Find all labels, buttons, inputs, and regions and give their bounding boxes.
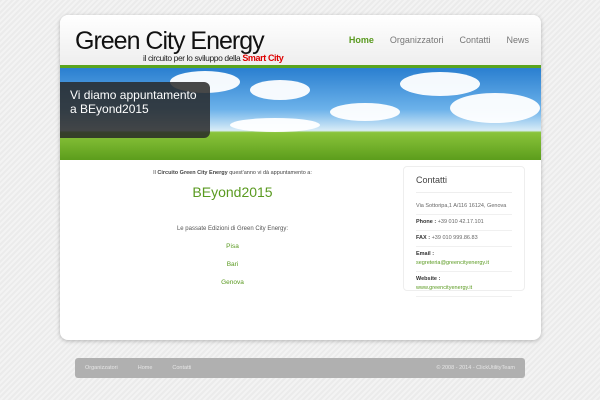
- cloud: [400, 72, 480, 96]
- past-editions-label: Le passate Edizioni di Green City Energy…: [176, 226, 289, 232]
- fax-value: +39 010 999.86.83: [431, 235, 478, 241]
- footer-link-home[interactable]: Home: [138, 365, 153, 371]
- email-link[interactable]: segreteria@greencityenergy.it: [416, 260, 489, 266]
- main-nav: Home Organizzatori Contatti News: [349, 35, 529, 45]
- intro-text: Il Circuito Green City Energy quest'anno…: [120, 170, 345, 176]
- website-link[interactable]: www.greencityenergy.it: [416, 285, 472, 291]
- footer: Organizzatori Home Contatti © 2008 - 201…: [75, 358, 525, 378]
- nav-contatti[interactable]: Contatti: [459, 35, 490, 45]
- hero-banner: Vi diamo appuntamento a BEyond2015: [60, 68, 541, 160]
- past-city-link[interactable]: Bari: [120, 261, 345, 268]
- nav-news[interactable]: News: [506, 35, 529, 45]
- email-label: Email :: [416, 251, 435, 257]
- main-content: Il Circuito Green City Energy quest'anno…: [60, 160, 541, 340]
- phone-label: Phone :: [416, 219, 437, 225]
- address: Via Sottoripa,1 A/116 16124, Genova: [416, 199, 512, 215]
- cloud: [250, 80, 310, 100]
- cloud: [450, 93, 540, 123]
- past-city-link[interactable]: Pisa: [120, 243, 345, 250]
- phone: Phone : +39 010 42.17.101: [416, 215, 512, 231]
- past-city-link[interactable]: Genova: [120, 279, 345, 286]
- fax-label: FAX :: [416, 235, 431, 241]
- cloud: [230, 118, 320, 132]
- footer-link-organizzatori[interactable]: Organizzatori: [85, 365, 118, 371]
- intro-bold: Circuito Green City Energy: [157, 170, 228, 176]
- nav-home[interactable]: Home: [349, 35, 374, 45]
- event-title: BEyond2015: [192, 184, 273, 200]
- copyright: © 2008 - 2014 - ClickUtilityTeam: [436, 365, 515, 371]
- tagline-text: il circuito per lo sviluppo della: [143, 53, 241, 63]
- hero-caption: Vi diamo appuntamento a BEyond2015: [60, 82, 210, 138]
- footer-link-contatti[interactable]: Contatti: [172, 365, 191, 371]
- website: Website : www.greencityenergy.it: [416, 272, 512, 297]
- footer-links: Organizzatori Home Contatti: [85, 365, 191, 371]
- page-container: Green City Energy il circuito per lo svi…: [60, 15, 541, 340]
- logo[interactable]: Green City Energy: [75, 27, 265, 56]
- website-label: Website :: [416, 276, 441, 282]
- contacts-title: Contatti: [416, 175, 512, 193]
- nav-organizzatori[interactable]: Organizzatori: [390, 35, 444, 45]
- header: Green City Energy il circuito per lo svi…: [60, 15, 541, 65]
- tagline-highlight: Smart City: [242, 53, 284, 63]
- email: Email : segreteria@greencityenergy.it: [416, 247, 512, 272]
- phone-value: +39 010 42.17.101: [437, 219, 484, 225]
- fax: FAX : +39 010 999.86.83: [416, 231, 512, 247]
- contacts-widget: Contatti Via Sottoripa,1 A/116 16124, Ge…: [403, 166, 525, 297]
- intro-section: Il Circuito Green City Energy quest'anno…: [120, 170, 345, 286]
- tagline: il circuito per lo sviluppo della Smart …: [143, 53, 284, 63]
- intro-prefix: Il: [153, 170, 156, 176]
- intro-suffix: quest'anno vi dà appuntamento a:: [229, 170, 312, 176]
- cloud: [330, 103, 400, 121]
